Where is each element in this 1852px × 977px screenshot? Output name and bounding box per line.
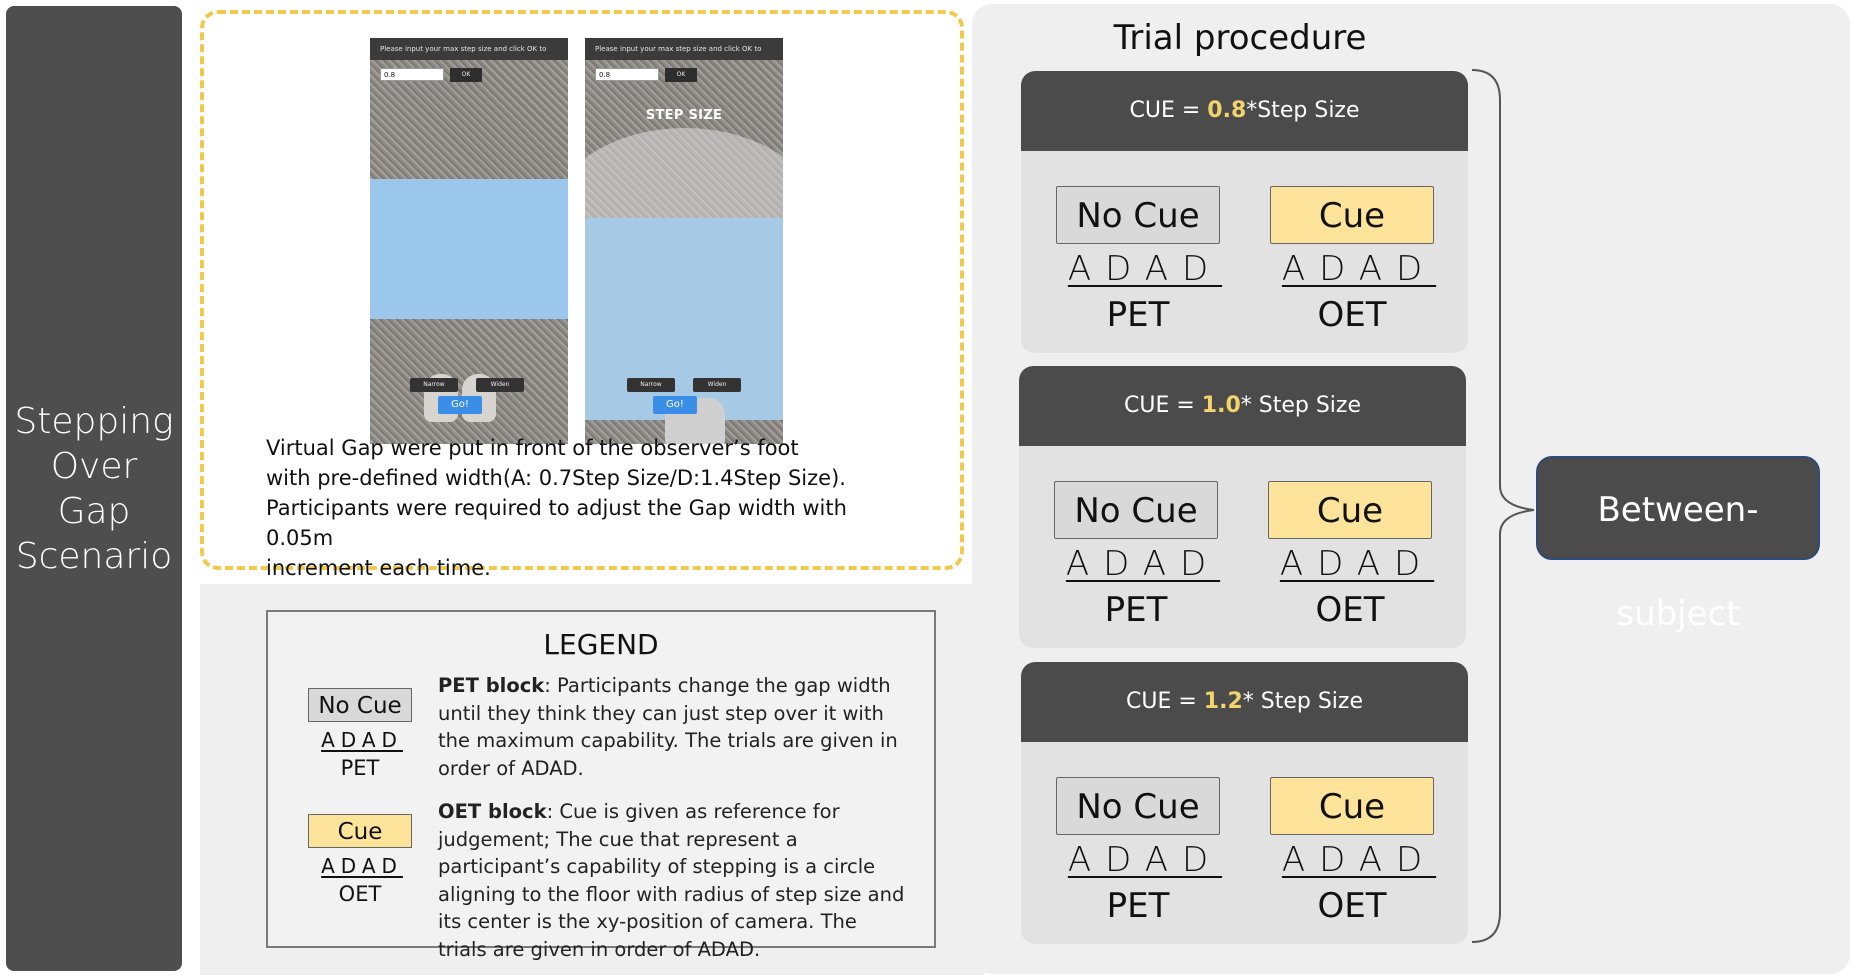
legend-pet-block-label: PET block	[438, 674, 545, 697]
scenario-title-line: Gap	[57, 490, 131, 532]
narrow-button[interactable]: Narrow	[410, 378, 458, 392]
legend-oet-text: : Cue is given as reference for judgemen…	[438, 800, 905, 961]
phone-prompt: Please input your max step size and clic…	[585, 38, 783, 75]
narrow-button[interactable]: Narrow	[627, 378, 675, 392]
go-button[interactable]: Go!	[653, 396, 697, 414]
scenario-title: Stepping Over Gap Scenario	[14, 399, 173, 579]
oet-sequence: ADAD	[1281, 249, 1437, 289]
scenario-title-line: Scenario	[15, 535, 173, 577]
condition-card: CUE = 1.0* Step Size No Cue Cue ADAD ADA…	[1019, 366, 1466, 648]
cue-chip: Cue	[1270, 186, 1434, 244]
condition-card: CUE = 0.8*Step Size No Cue Cue ADAD ADAD…	[1021, 71, 1468, 353]
widen-button[interactable]: Widen	[476, 378, 524, 392]
cue-value: 1.0	[1201, 393, 1241, 418]
step-size-overlay-label: STEP SIZE	[645, 108, 723, 123]
legend-oet-name: OET	[338, 882, 382, 906]
cue-suffix: *Step Size	[1246, 98, 1360, 123]
condition-header: CUE = 0.8*Step Size	[1021, 71, 1468, 151]
scenario-side-panel: Stepping Over Gap Scenario	[6, 6, 182, 971]
widen-button[interactable]: Widen	[693, 378, 741, 392]
legend-oet-sequence: ADAD	[321, 854, 403, 878]
cue-suffix: * Step Size	[1242, 689, 1364, 714]
legend-oet-description: OET block: Cue is given as reference for…	[438, 798, 908, 963]
condition-card: CUE = 1.2* Step Size No Cue Cue ADAD ADA…	[1021, 662, 1468, 944]
legend-title: LEGEND	[543, 628, 659, 661]
legend-pet-description: PET block: Participants change the gap w…	[438, 672, 908, 782]
condition-header: CUE = 1.0* Step Size	[1019, 366, 1466, 446]
virtual-gap	[585, 218, 783, 420]
between-subject-box: Between-subject	[1536, 456, 1820, 634]
pet-sequence: ADAD	[1065, 544, 1221, 584]
no-cue-chip: No Cue	[1056, 777, 1220, 835]
cue-value: 0.8	[1207, 98, 1247, 123]
cue-chip: Cue	[1268, 481, 1432, 539]
condition-header: CUE = 1.2* Step Size	[1021, 662, 1468, 742]
legend-box: LEGEND No Cue ADAD PET PET block: Partic…	[266, 610, 936, 961]
legend-pet-sequence: ADAD	[321, 728, 403, 752]
cue-suffix: * Step Size	[1240, 393, 1362, 418]
pet-label: PET	[1104, 590, 1168, 630]
oet-label: OET	[1317, 886, 1387, 926]
legend-cue-chip: Cue	[308, 814, 412, 848]
legend-no-cue-chip: No Cue	[308, 688, 412, 722]
go-button[interactable]: Go!	[438, 396, 482, 414]
phone-screenshot-left: Please input your max step size and clic…	[370, 38, 568, 444]
oet-sequence: ADAD	[1281, 840, 1437, 880]
cue-value: 1.2	[1203, 689, 1243, 714]
legend-oet-block-label: OET block	[438, 800, 547, 823]
cue-prefix: CUE =	[1129, 98, 1208, 123]
cue-prefix: CUE =	[1123, 393, 1202, 418]
description-line: increment each time.	[266, 556, 491, 580]
scenario-title-line: Over	[50, 445, 138, 487]
cue-chip: Cue	[1270, 777, 1434, 835]
oet-label: OET	[1317, 295, 1387, 335]
no-cue-chip: No Cue	[1056, 186, 1220, 244]
phone-screenshot-right: Please input your max step size and clic…	[585, 38, 783, 444]
demo-description: Virtual Gap were put in front of the obs…	[266, 433, 886, 583]
cue-prefix: CUE =	[1125, 689, 1204, 714]
oet-label: OET	[1315, 590, 1385, 630]
pet-sequence: ADAD	[1067, 249, 1223, 289]
ok-button[interactable]: OK	[450, 68, 482, 82]
legend-pet-name: PET	[340, 756, 380, 780]
oet-sequence: ADAD	[1279, 544, 1435, 584]
phone-prompt: Please input your max step size and clic…	[370, 38, 568, 75]
pet-label: PET	[1106, 886, 1170, 926]
grouping-brace	[1471, 69, 1535, 943]
description-line: Participants were required to adjust the…	[266, 496, 847, 550]
step-size-input[interactable]: 0.8	[595, 68, 659, 81]
pet-sequence: ADAD	[1067, 840, 1223, 880]
step-size-input[interactable]: 0.8	[380, 68, 444, 81]
pet-label: PET	[1106, 295, 1170, 335]
virtual-gap	[370, 179, 568, 319]
trial-title: Trial procedure	[1113, 18, 1367, 58]
description-line: with pre-defined width(A: 0.7Step Size/D…	[266, 466, 846, 490]
description-line: Virtual Gap were put in front of the obs…	[266, 436, 799, 460]
scenario-title-line: Stepping	[14, 400, 174, 442]
no-cue-chip: No Cue	[1054, 481, 1218, 539]
ok-button[interactable]: OK	[665, 68, 697, 82]
